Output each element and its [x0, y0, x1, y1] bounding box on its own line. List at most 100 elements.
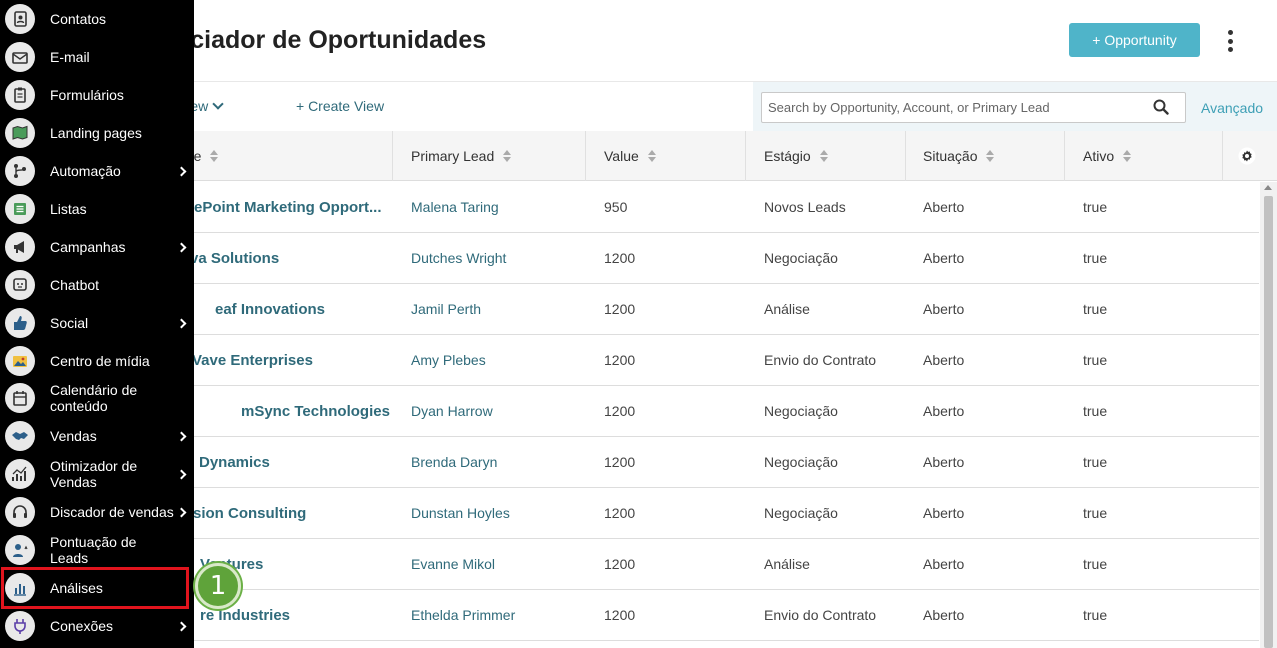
sidebar-item-thumbs-up[interactable]: Social	[0, 304, 194, 342]
sidebar-item-chatbot[interactable]: Chatbot	[0, 266, 194, 304]
status-cell: Aberto	[923, 505, 965, 521]
status-cell: Aberto	[923, 301, 965, 317]
lists-icon	[5, 194, 35, 224]
column-header-label: Estágio	[764, 148, 811, 164]
search-icon[interactable]	[1153, 99, 1169, 115]
value-cell: 1200	[604, 505, 636, 521]
sidebar-item-email[interactable]: E-mail	[0, 38, 194, 76]
status-cell: Aberto	[923, 556, 965, 572]
column-header-active[interactable]: Ativo	[1083, 131, 1132, 181]
sidebar-item-forms[interactable]: Formulários	[0, 76, 194, 114]
contacts-icon	[5, 4, 35, 34]
primary-lead[interactable]: Jamil Perth	[411, 284, 481, 334]
scroll-thumb[interactable]	[1264, 196, 1273, 648]
sidebar-item-label: Calendário de conteúdo	[50, 382, 138, 414]
sidebar-item-contacts[interactable]: Contatos	[0, 0, 194, 38]
sidebar-item-landing-pages[interactable]: Landing pages	[0, 114, 194, 152]
active-cell: true	[1083, 454, 1108, 470]
value-cell: 1200	[604, 454, 636, 470]
sidebar-item-media[interactable]: Centro de mídia	[0, 342, 194, 380]
opportunity-name[interactable]: va Solutions	[190, 233, 435, 283]
active-cell: true	[1083, 250, 1108, 266]
primary-lead[interactable]: Ethelda Primmer	[411, 590, 515, 640]
sidebar-item-automation[interactable]: Automação	[0, 152, 194, 190]
opportunity-name[interactable]: Dynamics	[199, 437, 444, 487]
stage-cell: Análise	[764, 301, 810, 317]
chevron-right-icon	[176, 621, 187, 631]
value-cell: 1200	[604, 607, 636, 623]
column-header-status[interactable]: Situação	[923, 131, 995, 181]
stage-cell: Negociação	[764, 250, 838, 266]
sidebar-item-sales-optimizer[interactable]: Otimizador de Vendas	[0, 455, 194, 493]
primary-lead[interactable]: Evanne Mikol	[411, 539, 495, 589]
primary-lead[interactable]: Amy Plebes	[411, 335, 486, 385]
megaphone-icon	[5, 232, 35, 262]
stage-cell: Envio do Contrato	[764, 352, 877, 368]
advanced-search-link[interactable]: Avançado	[1201, 100, 1263, 116]
sort-icon	[210, 150, 219, 162]
lead-scoring-icon	[5, 535, 35, 565]
active-cell: true	[1083, 403, 1108, 419]
create-view-link[interactable]: + Create View	[296, 98, 384, 114]
automation-icon	[5, 156, 35, 186]
calendar-icon	[5, 383, 35, 413]
sidebar-item-label: Centro de mídia	[50, 353, 150, 369]
sort-icon	[1123, 150, 1132, 162]
stage-cell: Análise	[764, 556, 810, 572]
chevron-down-icon	[212, 98, 224, 110]
plug-icon	[5, 611, 35, 641]
sidebar-item-calendar[interactable]: Calendário de conteúdo	[0, 379, 194, 417]
status-cell: Aberto	[923, 403, 965, 419]
primary-lead[interactable]: Malena Taring	[411, 182, 499, 232]
active-cell: true	[1083, 505, 1108, 521]
vertical-scrollbar[interactable]	[1260, 182, 1277, 648]
opportunity-name[interactable]: ePoint Marketing Opport...	[194, 182, 439, 232]
sidebar-item-label: Social	[50, 315, 89, 331]
sort-icon	[819, 150, 828, 162]
active-cell: true	[1083, 301, 1108, 317]
column-header-label: Value	[604, 148, 639, 164]
scroll-up-icon[interactable]	[1264, 185, 1272, 190]
add-opportunity-button[interactable]: + Opportunity	[1069, 23, 1200, 57]
sidebar-item-plug[interactable]: Conexões	[0, 607, 194, 645]
chevron-right-icon	[176, 318, 187, 328]
column-header-value[interactable]: Value	[604, 131, 656, 181]
sidebar-item-headset[interactable]: Discador de vendas	[0, 493, 194, 531]
sidebar-item-label: Otimizador de Vendas	[50, 458, 138, 490]
stage-cell: Envio do Contrato	[764, 607, 877, 623]
highlight-box	[1, 567, 189, 609]
value-cell: 1200	[604, 556, 636, 572]
sidebar-item-megaphone[interactable]: Campanhas	[0, 228, 194, 266]
sidebar-item-label: Automação	[50, 163, 121, 179]
sidebar-item-label: Landing pages	[50, 125, 142, 141]
search-input[interactable]	[761, 92, 1186, 123]
gear-icon[interactable]	[1238, 147, 1256, 165]
sidebar-item-lead-scoring[interactable]: Pontuação de Leads	[0, 531, 194, 569]
primary-lead[interactable]: Dunstan Hoyles	[411, 488, 510, 538]
value-cell: 950	[604, 199, 628, 215]
primary-lead[interactable]: Brenda Daryn	[411, 437, 497, 487]
chevron-right-icon	[176, 166, 187, 176]
primary-lead[interactable]: Dutches Wright	[411, 233, 506, 283]
column-header-label: Situação	[923, 148, 978, 164]
sidebar-item-handshake[interactable]: Vendas	[0, 417, 194, 455]
primary-lead[interactable]: Dyan Harrow	[411, 386, 493, 436]
chevron-right-icon	[176, 469, 187, 479]
media-icon	[5, 346, 35, 376]
sidebar-item-label: Vendas	[50, 428, 97, 444]
more-options-icon[interactable]	[1219, 26, 1241, 56]
status-cell: Aberto	[923, 607, 965, 623]
stage-cell: Negociação	[764, 505, 838, 521]
sidebar-menu: Contatos E-mail Formulários Landing pages Au…	[0, 0, 194, 648]
opportunity-name[interactable]: Vave Enterprises	[192, 335, 437, 385]
handshake-icon	[5, 421, 35, 451]
status-cell: Aberto	[923, 454, 965, 470]
forms-icon	[5, 80, 35, 110]
opportunity-name[interactable]: sion Consulting	[193, 488, 438, 538]
status-cell: Aberto	[923, 199, 965, 215]
sidebar-item-lists[interactable]: Listas	[0, 190, 194, 228]
active-cell: true	[1083, 352, 1108, 368]
column-header-stage[interactable]: Estágio	[764, 131, 828, 181]
sidebar-item-label: Contatos	[50, 11, 107, 27]
column-header-primary-lead[interactable]: Primary Lead	[411, 131, 512, 181]
